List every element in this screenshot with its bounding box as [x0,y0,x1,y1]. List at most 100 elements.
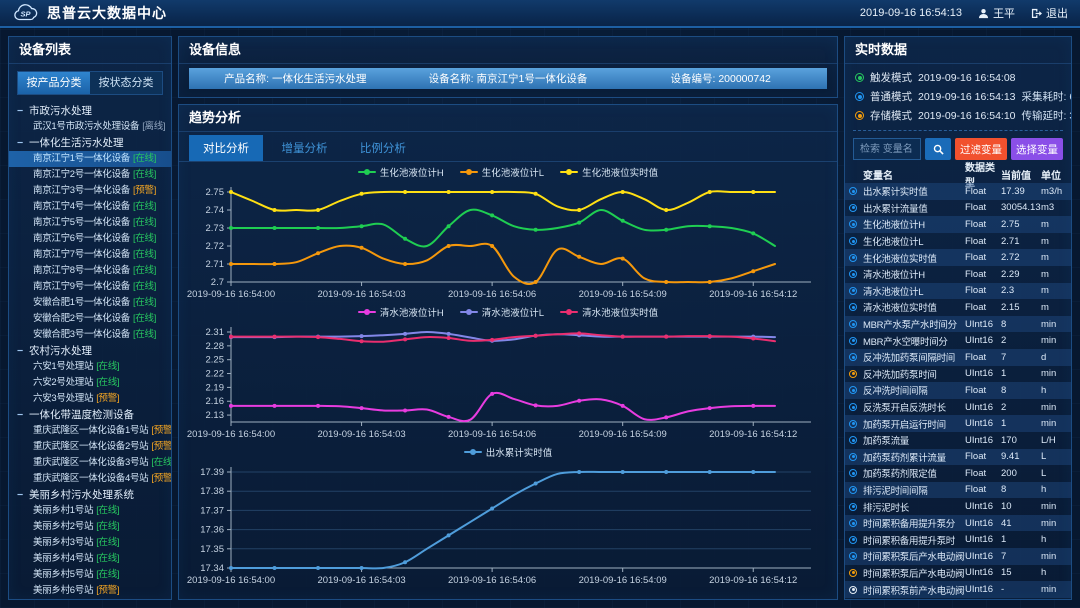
tab-increment-analysis[interactable]: 增量分析 [267,135,341,161]
variable-type: UInt16 [965,501,1001,512]
variable-row[interactable]: 加药泵药剂累计流量Float9.41L [845,449,1071,466]
legend-item[interactable]: 生化池液位计L [460,165,544,179]
variable-row[interactable]: MBR产水泵产水时间分UInt168min [845,316,1071,333]
tree-group-header[interactable]: −市政污水处理 [9,103,171,119]
device-tree-item[interactable]: 美丽乡村6号站[预警] [9,583,171,599]
variable-row[interactable]: 生化池液位计LFloat2.71m [845,233,1071,250]
collapse-icon[interactable]: − [17,343,29,359]
variable-row[interactable]: 生化池液位计HFloat2.75m [845,216,1071,233]
device-tree-item[interactable]: 南京江宁9号一体化设备[在线] [9,279,171,295]
charts-area: 生化池液位计H生化池液位计L生化池液位实时值 2.72.712.722.732.… [179,162,837,599]
variable-row[interactable]: 出水累计实时值Float17.39m3/h [845,183,1071,200]
variable-row[interactable]: 生化池液位实时值Float2.72m [845,249,1071,266]
collapse-icon[interactable]: − [17,407,29,423]
device-tree-item[interactable]: 南京江宁8号一体化设备[在线] [9,263,171,279]
device-tree-item[interactable]: 六安3号处理站[预警] [9,391,171,407]
device-tree-item[interactable]: 美丽乡村1号站[在线] [9,503,171,519]
variable-row[interactable]: 清水池液位计LFloat2.3m [845,283,1071,300]
ring-icon [849,270,857,278]
device-status-badge: [在线] [133,279,156,295]
device-tree-item[interactable]: 南京江宁1号一体化设备[在线] [9,151,171,167]
device-tree-item[interactable]: 南京江宁6号一体化设备[在线] [9,231,171,247]
device-tree-item[interactable]: 武汉1号市政污水处理设备[离线] [9,119,171,135]
device-tree-item[interactable]: 安徽合肥3号一体化设备[在线] [9,327,171,343]
variable-value: 200 [1001,468,1041,479]
device-status-badge: [在线] [96,551,119,567]
device-info-title: 设备信息 [179,37,837,64]
variable-row[interactable]: MBR产水空曝时间分UInt162min [845,332,1071,349]
chart-legend: 出水累计实时值 [187,444,829,460]
device-tree-item[interactable]: 六安2号处理站[在线] [9,375,171,391]
variable-row[interactable]: 排污泥时长UInt1610min [845,498,1071,515]
filter-variables-button[interactable]: 过滤变量 [955,138,1007,160]
device-tree-item[interactable]: 南京江宁5号一体化设备[在线] [9,215,171,231]
variable-row[interactable]: 排污泥时间间隔Float8h [845,482,1071,499]
device-tree-item[interactable]: 南京江宁2号一体化设备[在线] [9,167,171,183]
device-tree-item[interactable]: 重庆武隆区一体化设备2号站[预警] [9,439,171,455]
device-list-tabs: 按产品分类 按状态分类 [17,71,163,95]
ring-icon [849,220,857,228]
device-tree-item[interactable]: 美丽乡村5号站[在线] [9,567,171,583]
legend-item[interactable]: 出水累计实时值 [464,445,553,459]
variable-row[interactable]: 反洗泵开启反洗时长UInt162min [845,399,1071,416]
variable-value: 2.72 [1001,252,1041,263]
variable-row[interactable]: 时间累积泵前产水电动阀分UInt16-min [845,581,1071,598]
variable-row[interactable]: 反冲洗加药泵间隔时间Float7d [845,349,1071,366]
header-variable-name: 变量名 [849,167,965,182]
device-tree-item[interactable]: 六安1号处理站[在线] [9,359,171,375]
device-tree-item[interactable]: 美丽乡村4号站[在线] [9,551,171,567]
search-button[interactable] [925,138,951,160]
normal-mode-icon [855,92,864,101]
variable-table-header: 变量名 数据类型 当前值 单位 [845,165,1071,183]
variable-search-input[interactable] [853,138,921,160]
tree-group-header[interactable]: −一体化带温度检测设备 [9,407,171,423]
legend-item[interactable]: 清水池液位计H [358,305,444,319]
device-tree-item[interactable]: 南京江宁7号一体化设备[在线] [9,247,171,263]
tree-group-header[interactable]: −美丽乡村污水处理系统 [9,487,171,503]
user-menu[interactable]: 王平 [978,5,1015,21]
collapse-icon[interactable]: − [17,135,29,151]
tree-group-header[interactable]: −一体化生活污水处理 [9,135,171,151]
device-tree-item[interactable]: 南京江宁4号一体化设备[在线] [9,199,171,215]
legend-item[interactable]: 清水池液位计L [460,305,544,319]
variable-row[interactable]: 出水累计流量值Float30054.13m3 [845,200,1071,217]
tree-group-header[interactable]: −农村污水处理 [9,343,171,359]
tab-compare-analysis[interactable]: 对比分析 [189,135,263,161]
device-tree-item[interactable]: 南京江宁3号一体化设备[预警] [9,183,171,199]
select-variables-button[interactable]: 选择变量 [1011,138,1063,160]
variable-row[interactable]: 时间累积泵后产水电动阀时UInt1615h [845,565,1071,582]
variable-row[interactable]: 加药泵开启运行时间UInt161min [845,415,1071,432]
device-tree-item[interactable]: 重庆武隆区一体化设备4号站[预警] [9,471,171,487]
variable-row[interactable]: 清水池液位计HFloat2.29m [845,266,1071,283]
device-tree-item[interactable]: 美丽乡村2号站[在线] [9,519,171,535]
variable-row[interactable]: 清水池液位实时值Float2.15m [845,299,1071,316]
legend-item[interactable]: 清水池液位实时值 [560,305,658,319]
device-tree-item[interactable]: 重庆武隆区一体化设备3号站[在线] [9,455,171,471]
device-status-badge: [在线] [133,167,156,183]
line-chart: 2.132.162.192.222.252.282.312019-09-16 1… [187,320,819,444]
tab-by-product[interactable]: 按产品分类 [18,72,90,94]
variable-type: UInt16 [965,418,1001,429]
variable-row[interactable]: 时间累积备用提升泵分UInt1641min [845,515,1071,532]
variable-row[interactable]: 时间累积泵后产水电动阀分UInt167min [845,548,1071,565]
variable-row[interactable]: 加药泵流量UInt16170L/H [845,432,1071,449]
legend-item[interactable]: 生化池液位实时值 [560,165,658,179]
collapse-icon[interactable]: − [17,487,29,503]
variable-unit: m3 [1041,202,1067,213]
logout-label: 退出 [1046,5,1068,21]
legend-item[interactable]: 生化池液位计H [358,165,444,179]
device-tree-item[interactable]: 重庆武隆区一体化设备1号站[预警] [9,423,171,439]
device-tree-item[interactable]: 美丽乡村3号站[在线] [9,535,171,551]
tab-by-status[interactable]: 按状态分类 [90,72,162,94]
variable-status-icon [849,220,863,228]
logout-button[interactable]: 退出 [1031,5,1068,21]
collapse-icon[interactable]: − [17,103,29,119]
variable-row[interactable]: 时间累积备用提升泵时UInt161h [845,531,1071,548]
variable-row[interactable]: 反冲洗加药泵时间UInt161min [845,366,1071,383]
device-tree-item[interactable]: 安徽合肥1号一体化设备[在线] [9,295,171,311]
ring-icon [849,187,857,195]
variable-row[interactable]: 加药泵药剂限定值Float200L [845,465,1071,482]
device-tree-item[interactable]: 安徽合肥2号一体化设备[在线] [9,311,171,327]
tab-ratio-analysis[interactable]: 比例分析 [346,135,420,161]
variable-row[interactable]: 反冲洗时间间隔Float8h [845,382,1071,399]
